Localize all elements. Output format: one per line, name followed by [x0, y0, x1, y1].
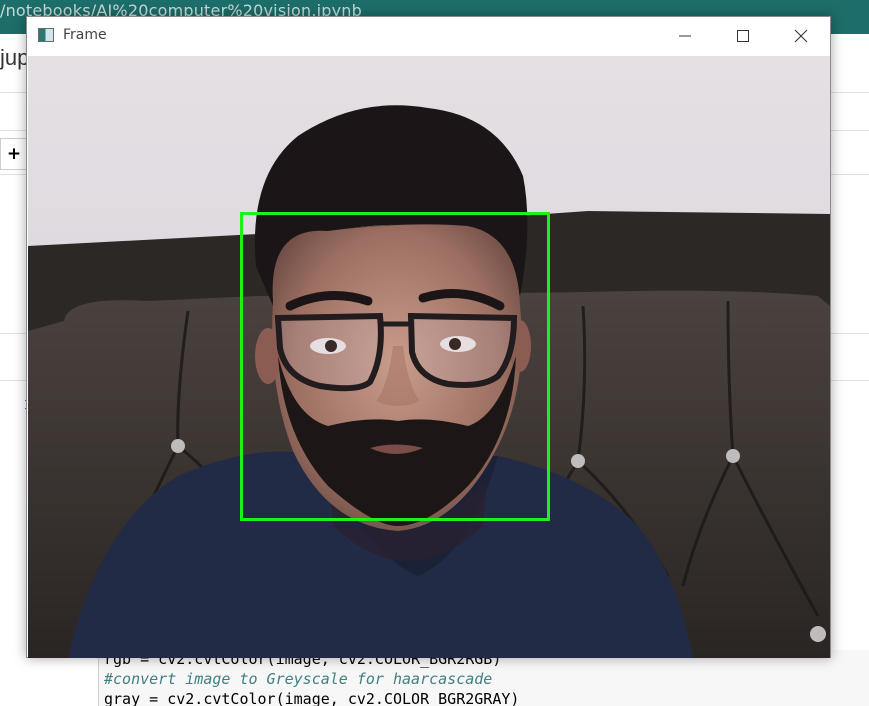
webcam-image [28, 56, 830, 658]
frame-titlebar[interactable]: Frame [27, 17, 830, 55]
code-line-3: gray = cv2.cvtColor(image, cv2.COLOR_BGR… [104, 690, 520, 706]
frame-window[interactable]: Frame [26, 16, 831, 658]
window-app-icon [38, 28, 54, 42]
add-cell-button[interactable]: + [0, 138, 28, 170]
close-button[interactable] [772, 17, 830, 55]
face-detection-box [240, 212, 550, 521]
jupyter-logo-text: jup [0, 45, 30, 70]
minimize-icon [679, 35, 691, 37]
minimize-button[interactable] [656, 17, 714, 55]
maximize-icon [737, 30, 749, 42]
maximize-button[interactable] [714, 17, 772, 55]
window-title: Frame [63, 27, 107, 43]
close-icon [794, 29, 808, 43]
code-line-comment: #convert image to Greyscale for haarcasc… [104, 670, 493, 688]
